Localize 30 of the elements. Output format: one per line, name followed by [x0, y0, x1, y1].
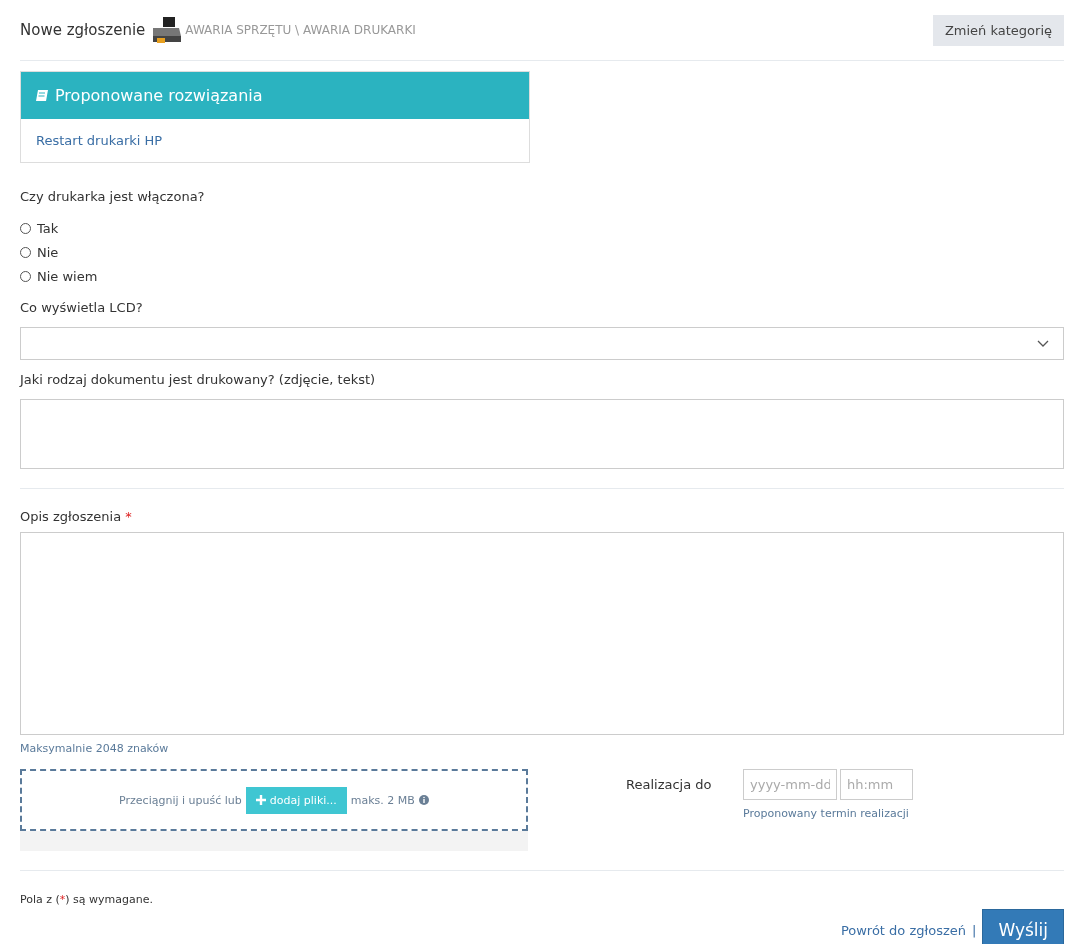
dropdown-field[interactable]	[20, 327, 1064, 360]
separator: |	[972, 922, 977, 938]
field-label: Opis zgłoszenia *	[20, 509, 132, 524]
deadline-hint: Proponowany termin realizacji	[743, 807, 910, 820]
deadline-label: Realizacja do	[626, 777, 713, 792]
time-field[interactable]: hh:mm	[840, 769, 913, 800]
question-label: Jaki rodzaj dokumentu jest drukowany? (zdjęcie, tekst)	[20, 372, 377, 387]
size-limit: maks. 2 MB	[350, 793, 415, 807]
back-link[interactable]: Powrót do zgłoszeń	[840, 922, 966, 938]
chevron-down-icon	[1037, 339, 1049, 348]
info-icon	[418, 795, 429, 805]
radio-label[interactable]: Tak	[37, 220, 59, 236]
plus-icon	[255, 795, 266, 805]
required-fields-note: Pola z (*) są wymagane.	[20, 893, 153, 906]
printer-icon	[151, 16, 184, 44]
book-icon	[35, 88, 49, 103]
category-path: AWARIA SPRZĘTU \ AWARIA DRUKARKI	[185, 23, 417, 37]
drop-zone[interactable]: Przeciągnij i upuść lub dodaj pliki... maks. 2 MB	[20, 769, 528, 831]
question-label: Co wyświetla LCD?	[20, 300, 144, 315]
page-title: Nowe zgłoszenie	[20, 21, 146, 39]
radio-label[interactable]: Nie wiem	[37, 268, 98, 284]
drop-hint: Przeciągnij i upuść lub	[119, 793, 242, 807]
question-label: Czy drukarka jest włączona?	[20, 189, 206, 204]
send-button[interactable]: Wyślij	[982, 909, 1064, 944]
solution-link[interactable]: Restart drukarki HP	[36, 133, 163, 148]
panel-title: Proponowane rozwiązania	[55, 86, 263, 105]
date-field[interactable]: yyyy-mm-dd	[743, 769, 837, 800]
radio-label[interactable]: Nie	[37, 244, 59, 260]
character-limit-hint: Maksymalnie 2048 znaków	[20, 742, 169, 755]
change-category-button[interactable]: Zmień kategorię	[932, 14, 1064, 46]
